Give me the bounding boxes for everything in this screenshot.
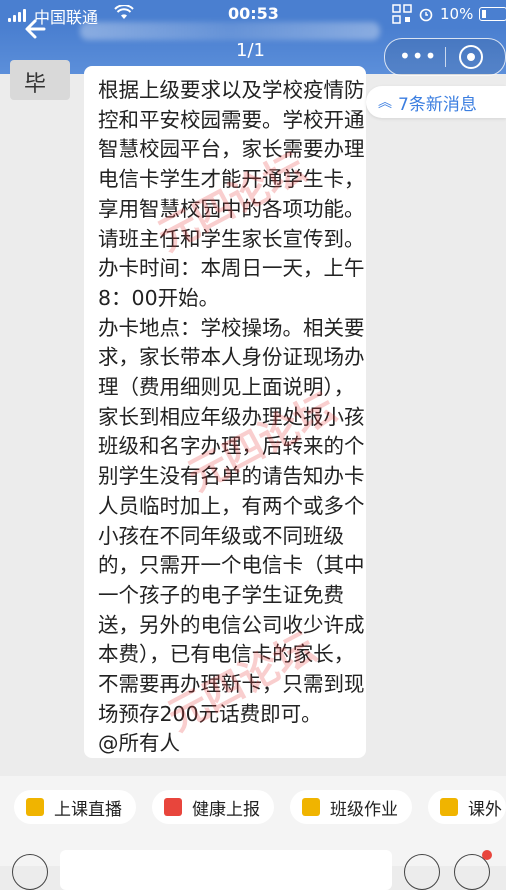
avatar[interactable]: 毕 竹 bbox=[10, 60, 70, 100]
extracurricular-icon bbox=[440, 798, 458, 816]
health-report-icon bbox=[164, 798, 182, 816]
message-input[interactable] bbox=[60, 850, 392, 890]
quick-action-bar: 上课直播 健康上报 班级作业 课外 bbox=[0, 776, 506, 838]
capsule-divider bbox=[445, 47, 446, 67]
homework-icon bbox=[302, 798, 320, 816]
page-counter: 1/1 bbox=[236, 40, 265, 61]
message-bubble[interactable]: 根据上级要求以及学校疫情防 控和平安校园需要。学校开通 智慧校园平台，家长需要办… bbox=[84, 66, 366, 758]
quick-action-homework[interactable]: 班级作业 bbox=[290, 790, 412, 824]
battery-icon bbox=[479, 7, 506, 21]
alarm-icon bbox=[419, 8, 433, 22]
avatar-text: 毕 竹 bbox=[24, 72, 47, 97]
new-messages-label: 7条新消息 bbox=[398, 94, 477, 115]
more-options-icon[interactable]: ••• bbox=[399, 46, 437, 66]
status-time: 00:53 bbox=[228, 4, 279, 23]
emoji-button[interactable] bbox=[404, 854, 440, 890]
back-arrow-icon[interactable] bbox=[22, 14, 52, 44]
live-icon bbox=[26, 798, 44, 816]
blurred-chat-title bbox=[80, 22, 380, 40]
double-chevron-up-icon: ︽ bbox=[378, 95, 392, 111]
wifi-icon bbox=[114, 5, 134, 19]
new-messages-button[interactable]: ︽ 7条新消息 bbox=[366, 86, 506, 118]
quick-action-label: 上课直播 bbox=[54, 799, 122, 820]
notification-dot bbox=[482, 850, 492, 860]
quick-action-label: 健康上报 bbox=[192, 799, 260, 820]
qr-icon bbox=[392, 4, 412, 24]
battery-percent: 10% bbox=[440, 5, 474, 23]
close-target-icon[interactable] bbox=[459, 45, 483, 69]
quick-action-live[interactable]: 上课直播 bbox=[14, 790, 136, 824]
voice-button[interactable] bbox=[12, 854, 48, 890]
input-bar bbox=[0, 838, 506, 890]
quick-action-label: 课外 bbox=[468, 799, 502, 820]
message-text: 根据上级要求以及学校疫情防 控和平安校园需要。学校开通 智慧校园平台，家长需要办… bbox=[98, 78, 365, 756]
quick-action-label: 班级作业 bbox=[330, 799, 398, 820]
quick-action-extracurricular[interactable]: 课外 bbox=[428, 790, 506, 824]
quick-action-health-report[interactable]: 健康上报 bbox=[152, 790, 274, 824]
mini-program-capsule: ••• bbox=[384, 38, 506, 76]
